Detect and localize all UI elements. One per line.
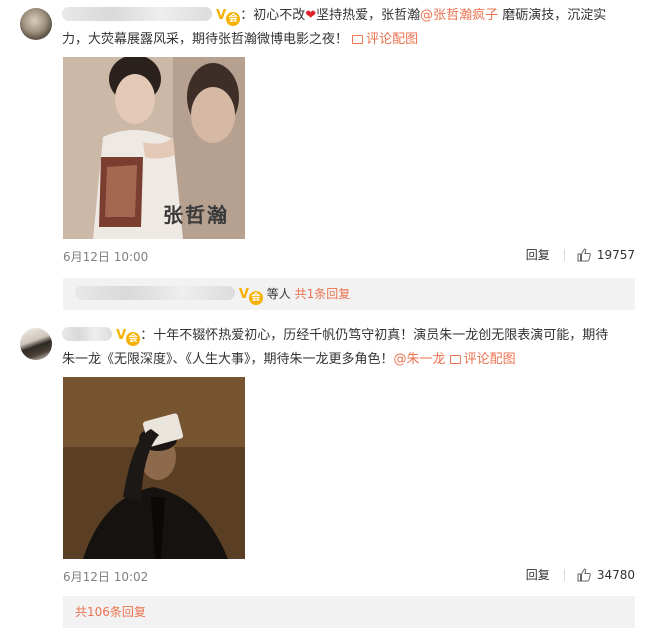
avatar[interactable] (20, 328, 52, 360)
divider (563, 248, 565, 261)
comment-text: V 会：初心不改❤坚持热爱，张哲瀚@张哲瀚疯子 磨砺演技，沉淀实 (62, 4, 642, 28)
comment-picture-link[interactable]: 评论配图 (449, 352, 516, 367)
verified-v-icon: V (116, 328, 127, 343)
comment-date: 6月12日 10:00 (63, 250, 149, 264)
like-count: 34780 (596, 567, 635, 582)
sub-reply-box: V会 等人 共1条回复 (63, 278, 635, 310)
reply-button[interactable]: 回复 (526, 566, 550, 583)
picture-icon (352, 35, 364, 44)
verified-v-icon: V (238, 287, 249, 302)
comment-actions: 回复 19757 (526, 246, 635, 263)
thumbs-up-icon[interactable] (577, 567, 591, 582)
vip-badge-icon: 会 (126, 332, 141, 346)
comment-date: 6月12日 10:02 (63, 570, 149, 584)
comment-text: V 会：十年不辍怀热爱初心，历经千帆仍笃守初真！演员朱一龙创无限表演可能，期待 (62, 324, 642, 348)
picture-icon (449, 355, 461, 364)
photo-caption: 张哲瀚 (163, 203, 229, 227)
like-count: 19757 (596, 247, 635, 262)
vip-badge-icon: 会 (248, 291, 263, 305)
reply-button[interactable]: 回复 (526, 246, 550, 263)
comment-actions: 回复 34780 (526, 566, 635, 583)
view-replies-link[interactable]: 共1条回复 (295, 287, 351, 301)
verified-v-icon: V (216, 8, 227, 23)
portrait-illustration (63, 377, 245, 559)
comment-photo[interactable]: 张哲瀚 (63, 57, 245, 239)
comment-text-line2: 力，大荧幕展露风采，期待张哲瀚微博电影之夜！ 评论配图 (62, 32, 419, 47)
comment-photo[interactable] (63, 377, 245, 559)
username-blurred[interactable] (75, 286, 235, 300)
comment-picture-link[interactable]: 评论配图 (352, 32, 418, 47)
mention-link[interactable]: @张哲瀚疯子 (420, 8, 498, 23)
username-blurred[interactable] (62, 327, 112, 341)
divider (563, 568, 565, 581)
thumbs-up-icon[interactable] (577, 247, 591, 262)
comment-text-line2: 朱一龙《无限深度》、《人生大事》，期待朱一龙更多角色！@朱一龙 评论配图 (62, 352, 516, 367)
mention-link[interactable]: @朱一龙 (394, 352, 446, 367)
username-blurred[interactable] (62, 7, 212, 21)
vip-badge-icon: 会 (226, 12, 241, 26)
more-replies-link[interactable]: 共106条回复 (63, 596, 635, 628)
avatar[interactable] (20, 8, 52, 40)
heart-icon: ❤ (305, 8, 317, 23)
